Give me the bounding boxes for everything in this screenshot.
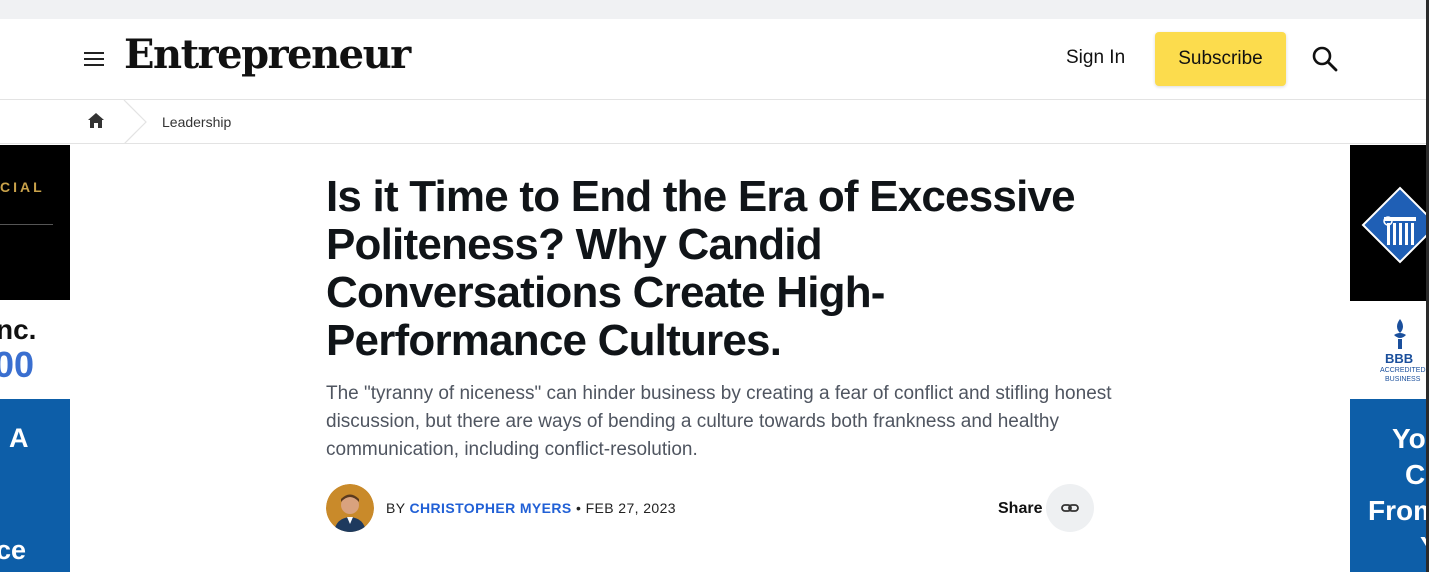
breadcrumb-item-leadership[interactable]: Leadership [162, 114, 231, 130]
left-ad-mid-text: nc. [0, 314, 37, 345]
right-ad-line-1: Yo [1392, 423, 1426, 454]
breadcrumb-separator [123, 100, 147, 144]
hamburger-menu-icon[interactable] [84, 52, 104, 68]
bbb-torch-icon [1394, 319, 1406, 349]
right-ad-middle[interactable]: BBB ACCREDITED BUSINESS [1350, 301, 1426, 399]
article-dek: The "tyranny of niceness" can hinder bus… [326, 383, 1112, 460]
bbb-accredited: ACCREDITED [1380, 367, 1426, 374]
bbb-business: BUSINESS [1385, 376, 1421, 383]
share-link-button[interactable] [1046, 484, 1094, 532]
publish-date: FEB 27, 2023 [585, 500, 676, 516]
right-ad-line-3: From [1368, 495, 1426, 526]
pillar-logo-icon [1361, 186, 1426, 264]
article-byline: BY CHRISTOPHER MYERS • FEB 27, 2023 Shar… [326, 484, 1106, 532]
byline-prefix: BY [386, 500, 406, 516]
link-icon [1061, 504, 1079, 512]
author-avatar[interactable] [326, 484, 374, 532]
left-ad-top[interactable]: CIAL [0, 145, 70, 300]
subscribe-button[interactable]: Subscribe [1155, 32, 1286, 86]
byline-text: BY CHRISTOPHER MYERS • FEB 27, 2023 [386, 500, 676, 516]
sign-in-link[interactable]: Sign In [1066, 47, 1125, 69]
home-icon[interactable] [86, 111, 106, 131]
left-ad-middle[interactable]: nc. 00 [0, 300, 70, 399]
right-ad-top[interactable] [1350, 145, 1426, 301]
left-ad-mid-number: 00 [0, 344, 35, 385]
site-header: Entrepreneur Sign In Subscribe [0, 19, 1426, 100]
left-ad-bottom[interactable]: A ce [0, 399, 70, 572]
author-link[interactable]: CHRISTOPHER MYERS [410, 500, 572, 516]
left-ad-divider [0, 224, 53, 225]
search-icon[interactable] [1311, 45, 1339, 73]
right-ad-line-2: C [1405, 459, 1426, 490]
left-ad-bot-top-text: A [9, 423, 29, 453]
browser-top-strip [0, 0, 1429, 19]
byline-separator: • [575, 500, 582, 516]
share-label: Share [998, 500, 1043, 517]
left-ad-top-text: CIAL [0, 179, 45, 195]
right-ad-bottom[interactable]: Yo C From Y [1350, 399, 1426, 572]
article-title: Is it Time to End the Era of Excessive P… [326, 172, 1076, 365]
breadcrumb: Leadership [0, 100, 1426, 144]
site-logo[interactable]: Entrepreneur [124, 31, 411, 78]
bbb-label: BBB [1385, 351, 1414, 366]
left-ad-bot-bottom-text: ce [0, 535, 27, 565]
